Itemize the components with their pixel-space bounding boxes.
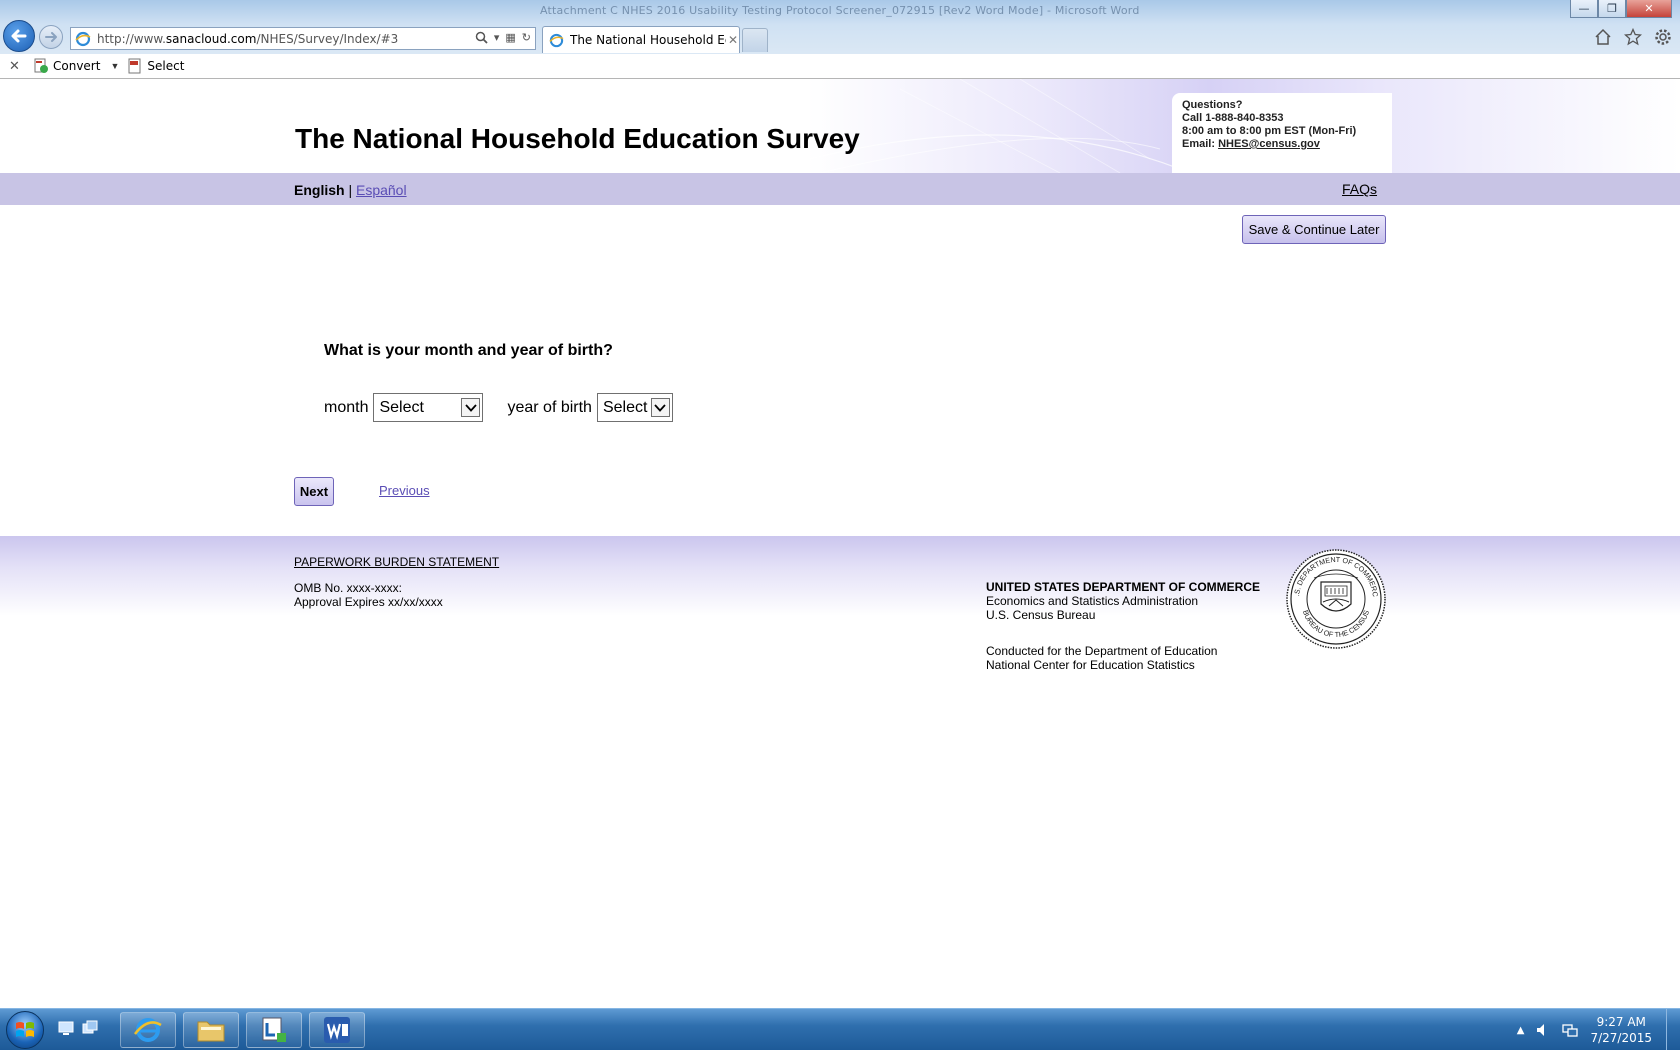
browser-tab-active[interactable]: The National Household Ed... ✕ bbox=[542, 26, 740, 53]
compatibility-view-icon[interactable]: ▦ bbox=[505, 31, 515, 44]
window-title: Attachment C NHES 2016 Usability Testing… bbox=[540, 4, 1140, 17]
tab-close-icon[interactable]: ✕ bbox=[728, 33, 738, 47]
word-icon bbox=[324, 1017, 350, 1043]
language-bar: English | Español FAQs bbox=[0, 173, 1680, 205]
browser-right-icons bbox=[1594, 28, 1672, 46]
questions-phone: Call 1-888-840-8353 bbox=[1182, 112, 1284, 124]
questions-hours: 8:00 am to 8:00 pm EST (Mon-Fri) bbox=[1182, 125, 1357, 137]
show-desktop-button[interactable] bbox=[1666, 1009, 1680, 1050]
convert-dropdown-icon[interactable]: ▼ bbox=[110, 61, 119, 71]
folder-icon bbox=[197, 1021, 225, 1042]
chevron-down-icon bbox=[650, 398, 670, 417]
web-page: The National Household Education Survey … bbox=[0, 79, 1680, 1008]
gear-icon[interactable] bbox=[1654, 28, 1672, 46]
forward-button[interactable] bbox=[39, 25, 63, 49]
birth-fields: month Select year of birth Select bbox=[324, 393, 673, 422]
ie-tab-icon bbox=[549, 33, 564, 47]
command-bar: ✕ Convert ▼ Select bbox=[0, 54, 1680, 79]
clock-time: 9:27 AM bbox=[1596, 1015, 1646, 1029]
taskbar-internet-explorer[interactable] bbox=[120, 1012, 176, 1048]
omb-info: OMB No. xxxx-xxxx: Approval Expires xx/x… bbox=[294, 581, 443, 609]
month-select[interactable]: Select bbox=[373, 393, 484, 422]
new-tab-button[interactable] bbox=[742, 28, 768, 52]
browser-titlebar: Attachment C NHES 2016 Usability Testing… bbox=[0, 0, 1680, 54]
pdf-convert-icon bbox=[34, 58, 48, 73]
questions-box: Questions? Call 1-888-840-8353 8:00 am t… bbox=[1172, 93, 1392, 173]
year-select[interactable]: Select bbox=[596, 393, 673, 422]
close-toolbar-icon[interactable]: ✕ bbox=[9, 59, 25, 74]
select-button[interactable]: Select bbox=[127, 58, 184, 74]
clock[interactable]: 9:27 AM 7/27/2015 bbox=[1590, 1014, 1652, 1046]
taskbar-file-explorer[interactable] bbox=[183, 1012, 239, 1048]
espanol-link[interactable]: Español bbox=[356, 182, 407, 198]
close-window-button[interactable]: ✕ bbox=[1626, 0, 1672, 18]
address-tools: ▾ ▦ ↻ bbox=[475, 31, 531, 44]
home-icon[interactable] bbox=[1594, 28, 1612, 46]
previous-link[interactable]: Previous bbox=[379, 483, 430, 498]
start-button[interactable] bbox=[6, 1011, 44, 1049]
back-button[interactable] bbox=[3, 20, 35, 52]
back-arrow-icon bbox=[11, 29, 27, 43]
header-band: The National Household Education Survey … bbox=[0, 79, 1680, 173]
window-controls: — ❐ ✕ bbox=[1570, 0, 1672, 18]
search-icon[interactable] bbox=[475, 31, 488, 44]
speaker-icon[interactable] bbox=[1536, 1023, 1550, 1037]
agency-info: UNITED STATES DEPARTMENT OF COMMERCE Eco… bbox=[986, 580, 1260, 622]
address-bar[interactable]: http://www.sanacloud.com/NHES/Survey/Ind… bbox=[70, 27, 536, 50]
month-label: month bbox=[324, 398, 369, 416]
restore-button[interactable]: ❐ bbox=[1598, 0, 1626, 18]
url-text[interactable]: http://www.sanacloud.com/NHES/Survey/Ind… bbox=[97, 32, 398, 46]
ie-page-icon bbox=[75, 31, 91, 46]
system-tray: ▲ 9:27 AM 7/27/2015 bbox=[1517, 1009, 1652, 1050]
faqs-link[interactable]: FAQs bbox=[1342, 181, 1377, 197]
site-title: The National Household Education Survey bbox=[295, 123, 860, 154]
minimize-icon: — bbox=[1578, 2, 1590, 15]
favorites-star-icon[interactable] bbox=[1624, 28, 1642, 46]
internet-explorer-icon bbox=[134, 1018, 162, 1042]
refresh-icon[interactable]: ↻ bbox=[522, 31, 531, 44]
taskbar-lync[interactable] bbox=[246, 1012, 302, 1048]
census-bureau-seal: U.S. DEPARTMENT OF COMMERCE BUREAU OF TH… bbox=[1285, 548, 1386, 649]
show-desktop-quick-icon[interactable] bbox=[58, 1020, 74, 1036]
questions-heading: Questions? bbox=[1182, 99, 1243, 111]
language-switcher: English | Español bbox=[294, 182, 407, 198]
questions-email-line: Email: NHES@census.gov bbox=[1182, 138, 1320, 150]
windows-logo-icon bbox=[16, 1022, 34, 1037]
clock-date: 7/27/2015 bbox=[1590, 1031, 1652, 1045]
pdf-select-icon bbox=[128, 58, 141, 74]
next-button[interactable]: Next bbox=[294, 477, 334, 506]
english-label: English bbox=[294, 182, 345, 198]
question-text: What is your month and year of birth? bbox=[324, 342, 613, 359]
chevron-down-icon bbox=[461, 398, 481, 417]
paperwork-burden-link[interactable]: PAPERWORK BURDEN STATEMENT bbox=[294, 555, 499, 569]
lync-icon bbox=[262, 1017, 286, 1042]
network-icon[interactable] bbox=[1562, 1023, 1579, 1037]
windows-taskbar: ▲ 9:27 AM 7/27/2015 bbox=[0, 1008, 1680, 1050]
taskbar-microsoft-word[interactable] bbox=[309, 1012, 365, 1048]
email-link[interactable]: NHES@census.gov bbox=[1218, 138, 1320, 150]
convert-button[interactable]: Convert bbox=[33, 58, 100, 74]
tab-title: The National Household Ed... bbox=[570, 33, 726, 47]
conducted-for: Conducted for the Department of Educatio… bbox=[986, 644, 1218, 672]
restore-icon: ❐ bbox=[1607, 2, 1617, 15]
close-icon: ✕ bbox=[1644, 2, 1654, 15]
minimize-button[interactable]: — bbox=[1570, 0, 1598, 18]
forward-arrow-icon bbox=[45, 32, 57, 42]
save-continue-later-button[interactable]: Save & Continue Later bbox=[1242, 215, 1386, 244]
year-label: year of birth bbox=[507, 398, 592, 416]
footer-band bbox=[0, 536, 1680, 616]
switch-windows-quick-icon[interactable] bbox=[82, 1020, 98, 1036]
dropdown-arrow-icon[interactable]: ▾ bbox=[494, 31, 500, 44]
show-hidden-icons-icon[interactable]: ▲ bbox=[1517, 1025, 1525, 1036]
